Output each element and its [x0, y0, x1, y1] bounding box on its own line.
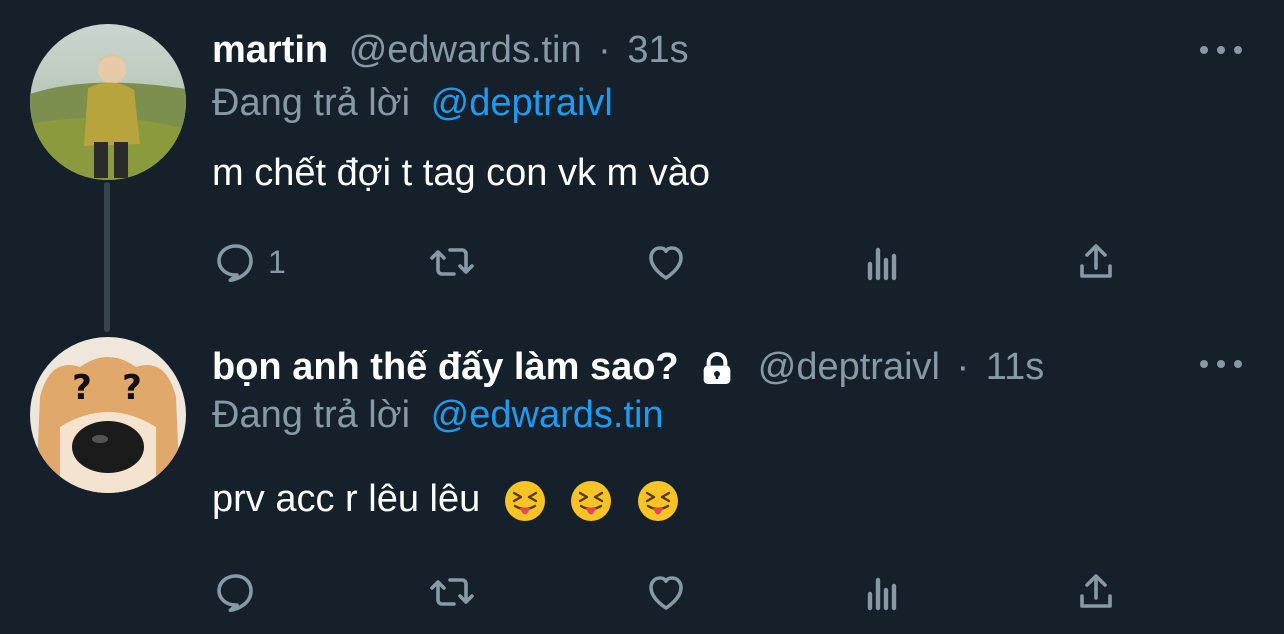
tweet-text: m chết đợi t tag con vk m vào — [212, 152, 711, 194]
face-with-tongue-squinting-icon — [571, 480, 612, 521]
user-handle[interactable]: @deptraivl — [758, 346, 940, 388]
face-with-tongue-squinting-icon — [504, 480, 545, 521]
reply-button[interactable] — [212, 562, 268, 622]
timestamp[interactable]: 31s — [627, 29, 688, 71]
display-name[interactable]: martin — [212, 29, 328, 71]
reply-prefix: Đang trả lời — [212, 394, 411, 436]
tweet-actions — [0, 562, 1284, 622]
retweet-icon — [430, 578, 474, 606]
avatar[interactable]: ? ? — [30, 337, 186, 493]
replying-to: Đang trả lời @edwards.tin — [212, 390, 664, 440]
analytics-icon — [867, 247, 897, 281]
tweet-actions: 1 — [0, 232, 1284, 292]
analytics-button[interactable] — [858, 562, 906, 622]
share-icon — [1080, 574, 1112, 608]
dog-question-marks-avatar-icon: ? ? — [30, 337, 186, 493]
lock-icon — [703, 352, 731, 384]
reply-icon — [217, 574, 253, 612]
heart-icon — [649, 246, 683, 280]
replying-to: Đang trả lời @deptraivl — [212, 78, 613, 128]
tweet-header: bọn anh thế đấy làm sao? @deptraivl · 11… — [212, 341, 1044, 393]
more-options-icon[interactable] — [1200, 40, 1242, 60]
like-button[interactable] — [642, 562, 690, 622]
reply-count: 1 — [268, 243, 286, 280]
share-button[interactable] — [1072, 232, 1120, 292]
like-button[interactable] — [642, 232, 690, 292]
retweet-button[interactable] — [428, 232, 476, 292]
analytics-icon — [867, 577, 897, 611]
avatar[interactable] — [30, 24, 186, 180]
retweet-button[interactable] — [428, 562, 476, 622]
svg-text:?: ? — [72, 368, 92, 408]
separator-dot: · — [956, 346, 970, 388]
tweet-text: prv acc r lêu lêu — [212, 478, 481, 520]
share-button[interactable] — [1072, 562, 1120, 622]
svg-text:?: ? — [122, 368, 142, 408]
person-photo-avatar-icon — [30, 24, 186, 180]
timestamp[interactable]: 11s — [986, 346, 1044, 388]
reply-mention-link[interactable]: @deptraivl — [431, 82, 613, 124]
analytics-button[interactable] — [858, 232, 906, 292]
share-icon — [1080, 244, 1112, 278]
tweet-text-line: prv acc r lêu lêu — [212, 474, 680, 524]
retweet-icon — [430, 248, 474, 276]
reply-mention-link[interactable]: @edwards.tin — [431, 394, 664, 436]
heart-icon — [649, 576, 683, 610]
separator-dot: · — [598, 29, 611, 71]
tweet-header: martin @edwards.tin · 31s — [212, 24, 689, 76]
more-options-icon[interactable] — [1200, 354, 1242, 374]
face-with-tongue-squinting-icon — [637, 480, 678, 521]
reply-prefix: Đang trả lời — [212, 82, 411, 124]
reply-button[interactable]: 1 — [212, 232, 286, 292]
reply-icon — [217, 244, 253, 282]
user-handle[interactable]: @edwards.tin — [349, 29, 582, 71]
display-name[interactable]: bọn anh thế đấy làm sao? — [212, 346, 679, 388]
